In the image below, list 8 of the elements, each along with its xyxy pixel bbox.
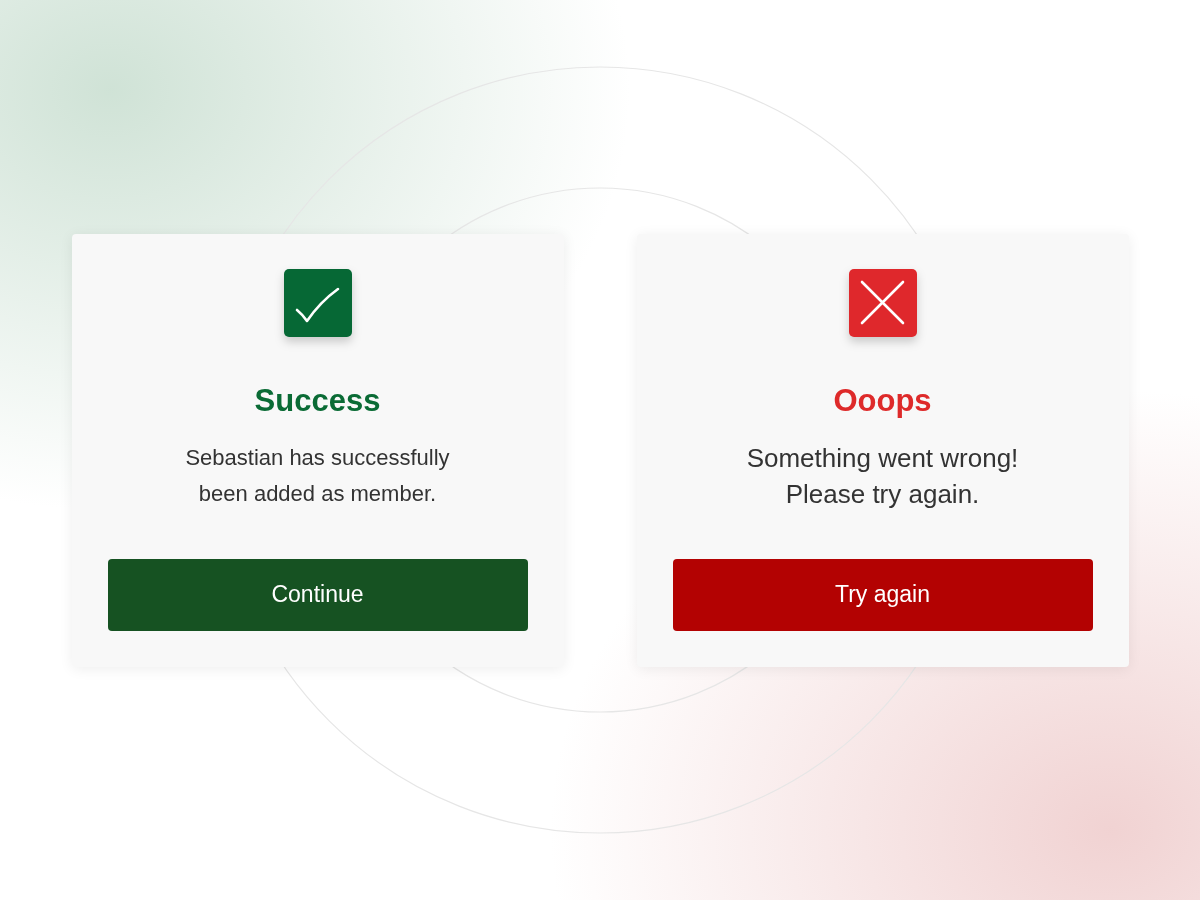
card-title: Ooops xyxy=(833,382,932,419)
card-title: Success xyxy=(254,382,381,419)
card-message: Something went wrong! Please try again. xyxy=(746,441,1019,511)
checkmark-icon xyxy=(283,268,352,337)
retry-button[interactable]: Try again xyxy=(672,558,1093,631)
card-message: Sebastian has successfully been added as member. xyxy=(185,443,450,508)
continue-button[interactable]: Continue xyxy=(107,558,528,631)
x-mark-icon xyxy=(848,268,917,337)
